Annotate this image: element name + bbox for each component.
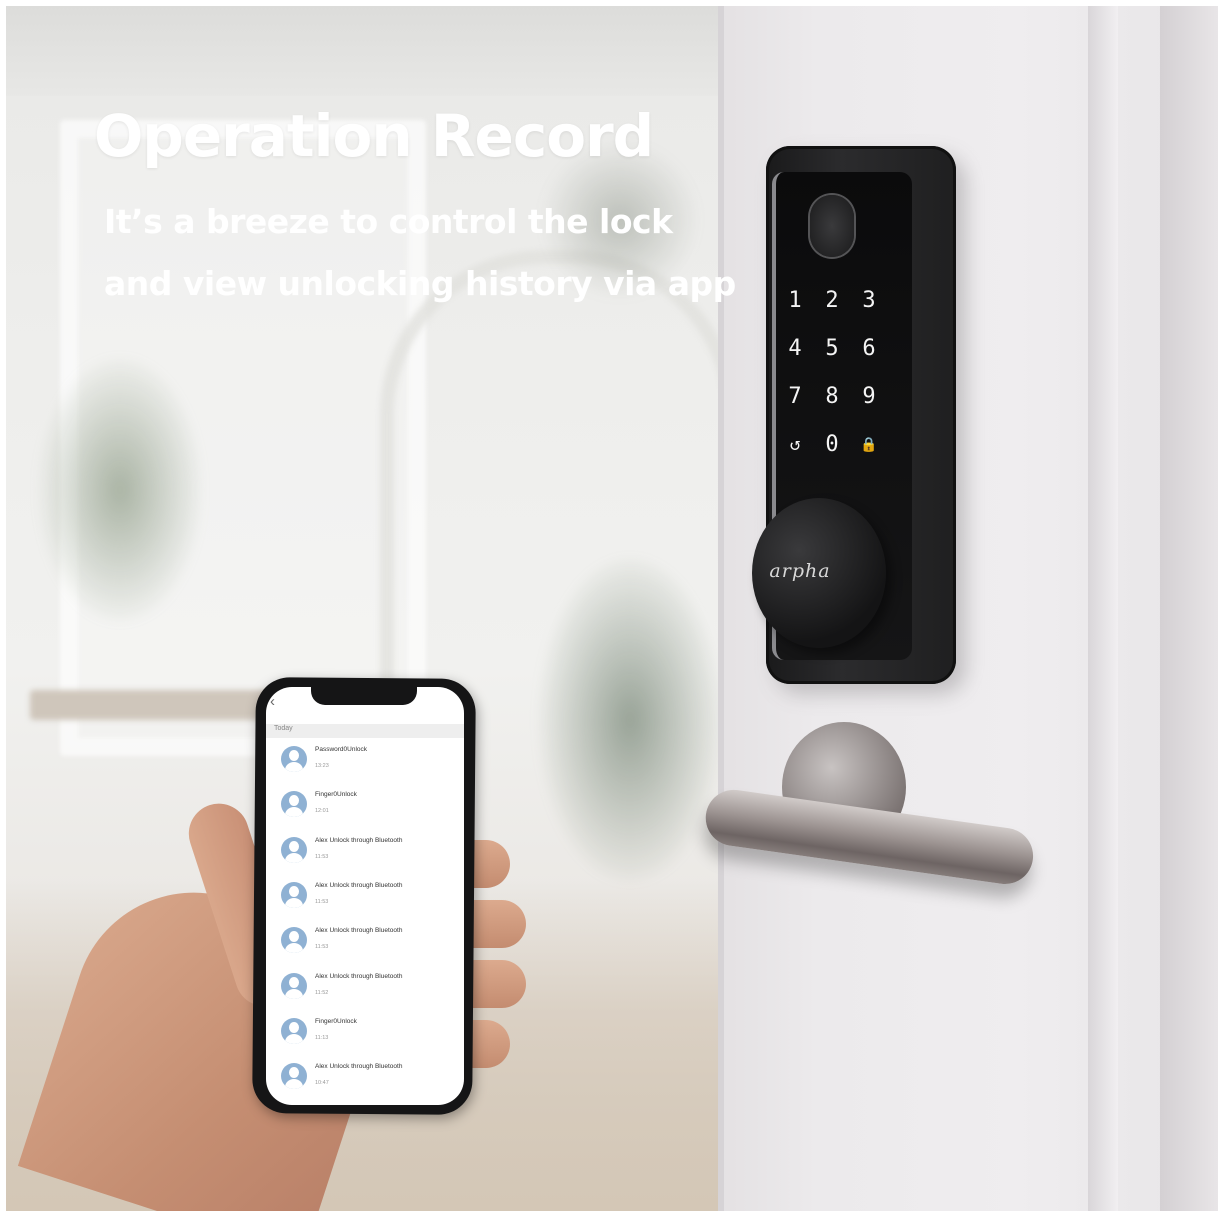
user-avatar-icon <box>281 973 307 999</box>
keypad-key: 8 <box>825 384 839 409</box>
record-title: Finger0Unlock <box>315 1018 357 1025</box>
keypad-key: 2 <box>825 288 839 313</box>
record-title: Finger0Unlock <box>315 791 357 798</box>
record-row[interactable]: Alex Unlock through Bluetooth 11:52 <box>266 971 464 1016</box>
door-frame <box>1088 6 1118 1211</box>
door-jamb <box>1160 6 1218 1211</box>
product-photo: 1 2 3 4 5 6 7 8 9 ↺ 0 🔒 arpha Operation … <box>0 0 1218 1211</box>
record-title: Alex Unlock through Bluetooth <box>315 1063 403 1070</box>
record-time: 11:13 <box>315 1035 329 1041</box>
user-avatar-icon <box>281 746 307 772</box>
chevron-left-icon[interactable]: ‹ <box>270 694 284 710</box>
user-avatar-icon <box>281 882 307 908</box>
keypad-key: 9 <box>862 384 876 409</box>
headline-title: Operation Record <box>94 102 654 170</box>
keypad-key: 4 <box>788 336 802 361</box>
section-header <box>266 724 464 738</box>
phone-notch <box>311 685 417 705</box>
headline-subtitle-line1: It’s a breeze to control the lock <box>104 202 673 241</box>
record-row[interactable]: Alex Unlock through Bluetooth 10:47 <box>266 1061 464 1106</box>
user-avatar-icon <box>281 791 307 817</box>
record-time: 11:53 <box>315 944 329 950</box>
keypad-key: 3 <box>862 288 876 313</box>
keypad-key: 6 <box>862 336 876 361</box>
keypad-key: 7 <box>788 384 802 409</box>
keypad-key: 0 <box>825 432 839 457</box>
record-row[interactable]: Finger0Unlock 11:13 <box>266 1016 464 1061</box>
record-title: Alex Unlock through Bluetooth <box>315 927 403 934</box>
record-time: 11:53 <box>315 899 329 905</box>
keypad-key: 1 <box>788 288 802 313</box>
record-row[interactable]: Alex Unlock through Bluetooth 11:53 <box>266 835 464 880</box>
door-edge <box>718 6 724 1211</box>
record-time: 13:23 <box>315 763 329 769</box>
back-key-icon: ↺ <box>789 434 801 455</box>
plant-left <box>40 360 200 620</box>
record-time: 12:01 <box>315 808 329 814</box>
record-row[interactable]: Alex Unlock through Bluetooth 11:53 <box>266 880 464 925</box>
record-title: Alex Unlock through Bluetooth <box>315 973 403 980</box>
plant-right <box>540 560 720 880</box>
record-row[interactable]: Alex Unlock through Bluetooth 11:53 <box>266 925 464 970</box>
user-avatar-icon <box>281 1018 307 1044</box>
record-row[interactable]: Password0Unlock 13:23 <box>266 744 464 789</box>
user-avatar-icon <box>281 927 307 953</box>
record-time: 11:53 <box>315 854 329 860</box>
ceiling-beam <box>6 6 718 96</box>
record-row[interactable]: Finger0Unlock 12:01 <box>266 789 464 834</box>
record-title: Alex Unlock through Bluetooth <box>315 882 403 889</box>
brand-logo: arpha <box>769 560 831 582</box>
record-title: Alex Unlock through Bluetooth <box>315 837 403 844</box>
lock-key-icon: 🔒 <box>860 437 878 453</box>
section-label: Today <box>274 725 293 732</box>
keypad-key: 5 <box>825 336 839 361</box>
record-time: 10:47 <box>315 1080 329 1086</box>
fingerprint-sensor-icon <box>810 195 854 257</box>
user-avatar-icon <box>281 837 307 863</box>
user-avatar-icon <box>281 1063 307 1089</box>
record-title: Password0Unlock <box>315 746 368 753</box>
record-time: 11:52 <box>315 990 329 996</box>
headline-subtitle-line2: and view unlocking history via app <box>104 264 736 303</box>
